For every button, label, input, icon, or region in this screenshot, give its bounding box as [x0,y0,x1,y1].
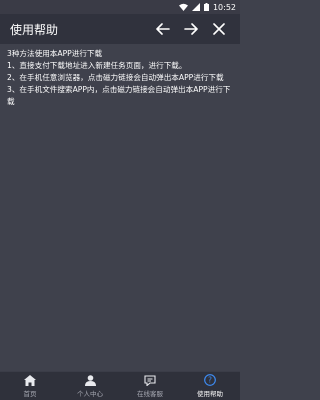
arrow-left-icon [156,23,170,35]
help-intro: 3种方法使用本APP进行下载 [7,49,103,58]
close-icon [213,23,225,35]
close-button[interactable] [208,18,230,40]
wifi-icon [178,3,188,11]
help-content: 3种方法使用本APP进行下载 1、直接支付下载地址进入新建任务页面，进行下载。 … [7,48,235,108]
help-method-3: 3、在手机文件搜索APP内，点击磁力链接会自动弹出本APP进行下载 [7,85,231,106]
home-icon [24,374,36,386]
help-method-2: 2、在手机任意浏览器，点击磁力链接会自动弹出本APP进行下载 [7,73,224,82]
page-title: 使用帮助 [10,22,59,37]
signal-icon [191,3,200,11]
tab-help[interactable]: ? 使用帮助 [180,372,240,400]
tab-home[interactable]: 首页 [0,372,60,400]
app-bar: 使用帮助 [0,14,240,44]
forward-arrow-button[interactable] [180,18,202,40]
tab-home-label: 首页 [23,389,37,398]
chat-icon [144,374,156,386]
svg-text:?: ? [208,376,212,385]
tab-support-label: 在线客服 [137,389,163,398]
tab-profile-label: 个人中心 [77,389,103,398]
help-method-1: 1、直接支付下载地址进入新建任务页面，进行下载。 [7,61,187,70]
bottom-tab-bar: 首页 个人中心 在线客服 ? 使用帮助 [0,371,240,400]
back-arrow-button[interactable] [152,18,174,40]
tab-help-label: 使用帮助 [197,390,223,398]
arrow-right-icon [184,23,198,35]
tab-support[interactable]: 在线客服 [120,372,180,400]
user-icon [84,374,96,386]
status-time: 10:52 [212,2,236,12]
tab-profile[interactable]: 个人中心 [60,372,120,400]
help-icon: ? [204,374,216,386]
battery-icon [203,3,209,11]
status-bar: 10:52 [0,0,240,14]
